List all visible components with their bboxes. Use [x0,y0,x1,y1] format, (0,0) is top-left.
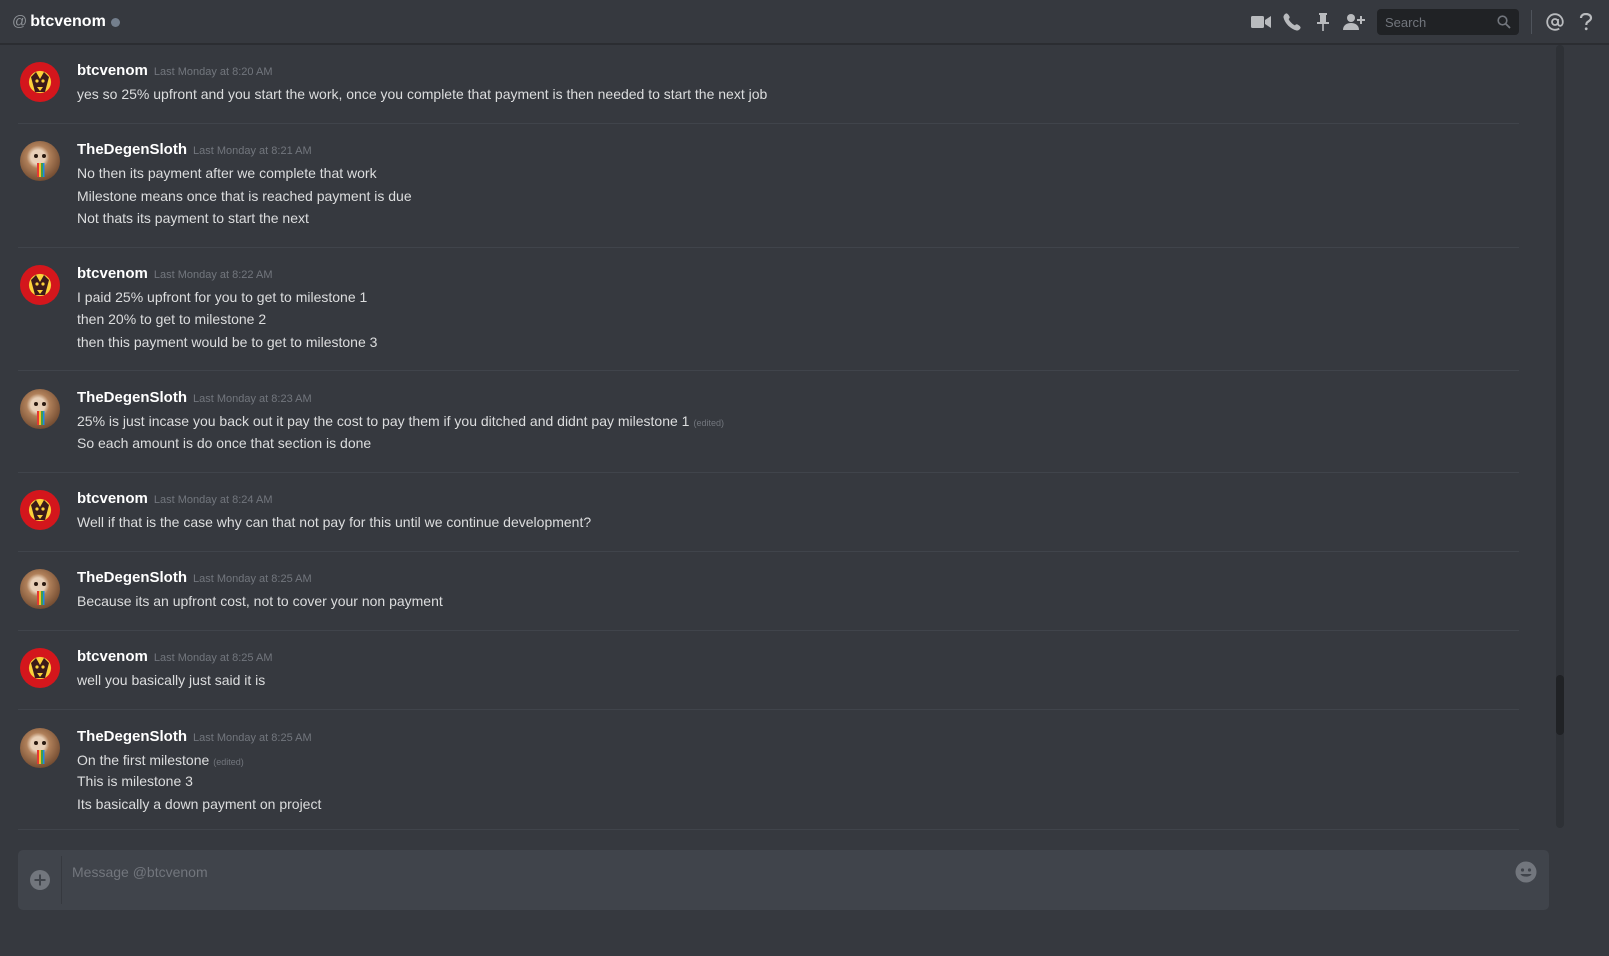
author-name[interactable]: btcvenom [77,265,148,282]
avatar[interactable] [20,648,60,688]
message-group: btcvenom Last Monday at 8:25 AM well you… [18,648,1519,710]
author-name[interactable]: TheDegenSloth [77,728,187,745]
edited-tag: (edited) [213,757,244,767]
message-content: So each amount is do once that section i… [77,435,372,451]
message-timestamp: Last Monday at 8:25 AM [153,652,273,664]
video-camera-icon[interactable] [1250,11,1272,33]
emoji-icon[interactable] [1514,860,1538,884]
message-input[interactable] [72,862,1492,882]
message-content: Its basically a down payment on project [77,796,322,812]
upload-plus-icon[interactable] [28,868,52,892]
message-timestamp: Last Monday at 8:25 AM [193,573,312,585]
avatar[interactable] [20,569,60,609]
message-content: 25% is just incase you back out it pay t… [77,413,690,429]
message-content: This is milestone 3 [77,773,193,789]
avatar[interactable] [20,265,60,305]
message-header: TheDegenSloth Last Monday at 8:21 AM [77,141,312,163]
author-name[interactable]: btcvenom [77,490,148,507]
search-icon[interactable] [1497,15,1511,29]
message-text: This is milestone 3 [77,771,193,791]
message-content: No then its payment after we complete th… [77,165,377,181]
message-content: well you basically just said it is [77,672,266,688]
message-content: Well if that is the case why can that no… [77,514,592,530]
message-header: TheDegenSloth Last Monday at 8:25 AM [77,569,312,591]
dm-window: @ btcvenom Search btcvenom Last Monday a… [0,0,1609,956]
message-content: Milestone means once that is reached pay… [77,188,412,204]
message-text: Because its an upfront cost, not to cove… [77,591,443,611]
avatar[interactable] [20,490,60,530]
message-text: Not thats its payment to start the next [77,208,309,228]
search-input[interactable] [1385,14,1485,30]
message-content: Because its an upfront cost, not to cove… [77,593,443,609]
message-header: btcvenom Last Monday at 8:25 AM [77,648,273,670]
message-timestamp: Last Monday at 8:23 AM [193,393,312,405]
message-text: then this payment would be to get to mil… [77,332,377,352]
message-text: I paid 25% upfront for you to get to mil… [77,287,367,307]
author-name[interactable]: TheDegenSloth [77,569,187,586]
message-header: btcvenom Last Monday at 8:20 AM [77,62,273,84]
message-timestamp: Last Monday at 8:21 AM [193,145,312,157]
author-name[interactable]: TheDegenSloth [77,141,187,158]
author-name[interactable]: btcvenom [77,62,148,79]
mention-icon[interactable] [1544,11,1566,33]
pin-icon[interactable] [1312,11,1334,33]
phone-call-icon[interactable] [1281,11,1303,33]
message-text: Its basically a down payment on project [77,794,321,814]
message-timestamp: Last Monday at 8:25 AM [193,732,312,744]
message-group: TheDegenSloth Last Monday at 8:21 AM No … [18,141,1519,248]
message-timestamp: Last Monday at 8:24 AM [153,494,273,506]
message-text: then 20% to get to milestone 2 [77,309,266,329]
search-box[interactable] [1377,9,1519,35]
header-toolbar [1241,0,1597,44]
message-group: btcvenom Last Monday at 8:24 AM Well if … [18,490,1519,552]
add-friend-icon[interactable] [1343,11,1365,33]
channel-name[interactable]: btcvenom [30,13,106,31]
message-text: yes so 25% upfront and you start the wor… [77,84,767,104]
avatar[interactable] [20,389,60,429]
edited-tag: (edited) [693,418,724,428]
message-text: Milestone means once that is reached pay… [77,186,412,206]
message-content: Not thats its payment to start the next [77,210,309,226]
message-group: TheDegenSloth Last Monday at 8:23 AM 25%… [18,389,1519,473]
message-text: So each amount is do once that section i… [77,433,371,453]
message-header: btcvenom Last Monday at 8:22 AM [77,265,273,287]
message-content: I paid 25% upfront for you to get to mil… [77,289,368,305]
message-header: TheDegenSloth Last Monday at 8:23 AM [77,389,312,411]
channel-header: @ btcvenom [0,0,1609,44]
scrollbar-thumb[interactable] [1556,675,1564,735]
avatar[interactable] [20,62,60,102]
at-symbol-icon: @ [12,13,28,30]
status-indicator [110,18,120,27]
message-group: btcvenom Last Monday at 8:22 AM I paid 2… [18,265,1519,371]
message-timestamp: Last Monday at 8:22 AM [153,269,273,281]
help-icon[interactable] [1575,11,1597,33]
header-divider [1531,10,1532,34]
message-group: TheDegenSloth Last Monday at 8:25 AM On … [18,728,1519,830]
message-header: TheDegenSloth Last Monday at 8:25 AM [77,728,312,750]
message-text: 25% is just incase you back out it pay t… [77,411,724,433]
message-group: TheDegenSloth Last Monday at 8:25 AM Bec… [18,569,1519,631]
message-header: btcvenom Last Monday at 8:24 AM [77,490,273,512]
message-text: On the first milestone (edited) [77,750,244,772]
avatar[interactable] [20,141,60,181]
message-list: btcvenom Last Monday at 8:20 AM yes so 2… [0,45,1555,835]
author-name[interactable]: btcvenom [77,648,148,665]
composer-divider [61,856,62,904]
message-content: then 20% to get to milestone 2 [77,311,267,327]
message-content: On the first milestone [77,752,210,768]
message-text: Well if that is the case why can that no… [77,512,591,532]
message-content: yes so 25% upfront and you start the wor… [77,86,768,102]
message-text: well you basically just said it is [77,670,265,690]
message-group: btcvenom Last Monday at 8:20 AM yes so 2… [18,62,1519,124]
author-name[interactable]: TheDegenSloth [77,389,187,406]
message-timestamp: Last Monday at 8:20 AM [153,66,273,78]
message-content: then this payment would be to get to mil… [77,334,378,350]
message-text: No then its payment after we complete th… [77,163,377,183]
avatar[interactable] [20,728,60,768]
message-composer [18,850,1549,910]
